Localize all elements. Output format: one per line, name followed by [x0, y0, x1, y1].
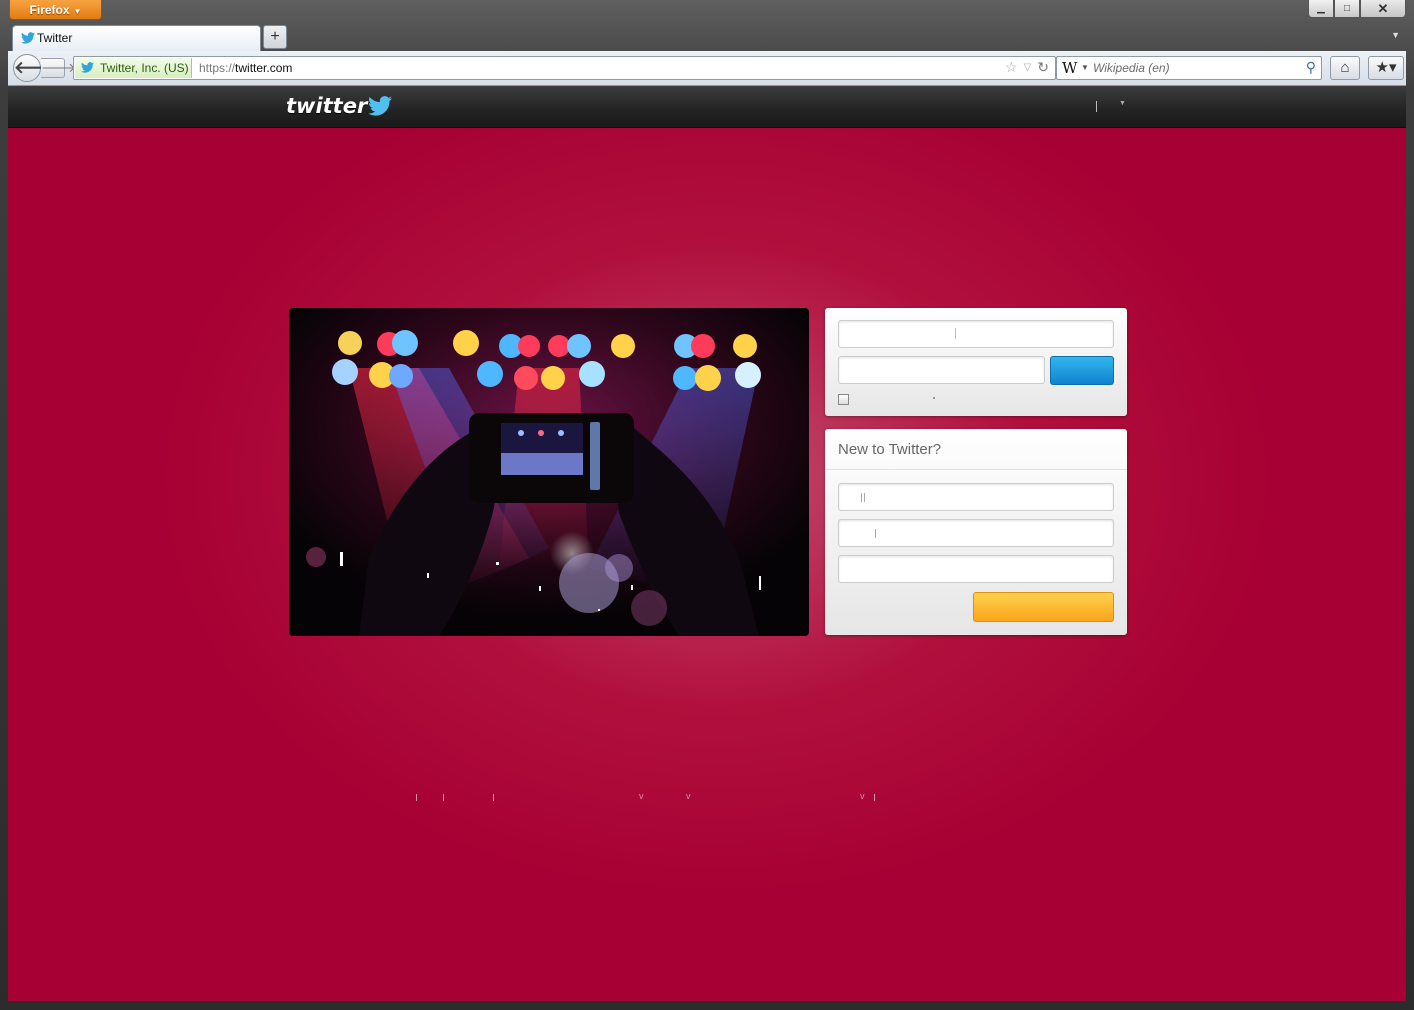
remember-me-label — [933, 397, 935, 399]
bookmarks-icon: ★▾ — [1375, 59, 1397, 76]
field-placeholder-mark — [875, 529, 876, 538]
url-scheme: https:// — [199, 61, 236, 75]
chevron-down-icon: ▼ — [73, 7, 82, 16]
email-field[interactable] — [838, 519, 1114, 547]
close-window-button[interactable]: ✕ — [1360, 0, 1406, 18]
forward-button[interactable]: 🡒 — [41, 58, 76, 78]
footer-link[interactable]: v — [860, 791, 865, 801]
signup-password-field[interactable] — [838, 555, 1114, 583]
identity-label: Twitter, Inc. (US) — [100, 61, 189, 75]
firefox-menu-button[interactable]: Firefox ▼ — [9, 0, 102, 20]
footer-link[interactable] — [443, 794, 444, 801]
field-placeholder-mark — [861, 493, 862, 502]
url-bar[interactable]: Twitter, Inc. (US) https://twitter.com ☆… — [73, 56, 1056, 80]
footer-link[interactable] — [874, 794, 875, 801]
firefox-menu-label: Firefox — [29, 3, 70, 17]
footer-link[interactable]: v — [686, 791, 691, 801]
hero-caption-mark — [496, 562, 499, 565]
hero-caption-mark — [539, 586, 541, 591]
signup-form: New to Twitter? — [825, 429, 1127, 635]
home-button[interactable]: ⌂ — [1330, 56, 1360, 80]
twitter-bird-icon — [21, 32, 35, 44]
list-all-tabs-icon[interactable]: ▼ — [1391, 30, 1400, 40]
search-go-icon[interactable]: ⚲ — [1306, 59, 1316, 76]
star-icon[interactable]: ☆ — [1005, 59, 1018, 77]
hero-caption-mark — [427, 573, 429, 578]
username-field[interactable] — [838, 320, 1114, 348]
password-field[interactable] — [838, 356, 1045, 384]
maximize-button[interactable]: □ — [1334, 0, 1360, 18]
hero-caption-mark — [340, 552, 343, 566]
twitter-topbar: twitter ▼ — [8, 87, 1406, 128]
url-text[interactable]: https://twitter.com — [199, 61, 292, 75]
page-viewport: twitter ▼ New to Twitter? v v v — [8, 87, 1406, 1001]
remember-me-checkbox[interactable] — [838, 394, 849, 405]
url-bar-icons: ☆ ▽ ↻ — [1005, 59, 1049, 77]
bookmarks-button[interactable]: ★▾ — [1368, 56, 1404, 80]
signin-button[interactable] — [1050, 356, 1114, 385]
language-dropdown-icon[interactable]: ▼ — [1119, 100, 1126, 107]
forward-icon: 🡒 — [41, 60, 76, 75]
signup-title: New to Twitter? — [838, 441, 942, 458]
home-icon: ⌂ — [1340, 59, 1350, 76]
url-host: twitter.com — [235, 61, 293, 75]
twitter-bird-icon — [81, 62, 94, 73]
twitter-bird-icon — [368, 96, 392, 116]
search-placeholder: Wikipedia (en) — [1093, 61, 1170, 75]
new-tab-button[interactable]: + — [263, 25, 287, 49]
hero-caption-mark — [631, 585, 633, 590]
tab-title: Twitter — [37, 31, 73, 45]
concert-photo — [289, 308, 809, 636]
hero-image — [289, 308, 809, 636]
minimize-button[interactable]: ▁ — [1308, 0, 1334, 18]
tab-twitter[interactable]: Twitter — [12, 25, 261, 51]
wikipedia-icon[interactable]: W — [1062, 59, 1077, 77]
language-separator — [1096, 101, 1097, 112]
search-bar[interactable]: W ▼ Wikipedia (en) ⚲ — [1056, 56, 1322, 80]
footer-link[interactable] — [416, 794, 417, 801]
hero-caption-mark — [759, 576, 761, 590]
divider — [825, 469, 1127, 470]
chevron-down-icon[interactable]: ▼ — [1081, 63, 1089, 72]
hero-caption-mark — [598, 609, 600, 611]
browser-window: Firefox ▼ ▁ □ ✕ Twitter + ▼ 🡐 🡒 Twitter, … — [0, 0, 1414, 1010]
window-controls: ▁ □ ✕ — [1308, 0, 1406, 18]
text-caret — [955, 328, 956, 339]
signin-form — [825, 308, 1127, 416]
reload-icon[interactable]: ↻ — [1037, 59, 1049, 77]
footer-link[interactable] — [493, 794, 494, 801]
back-button[interactable]: 🡐 — [13, 54, 60, 82]
full-name-field[interactable] — [838, 483, 1114, 511]
signup-button[interactable] — [973, 592, 1114, 622]
navigation-toolbar: 🡐 🡒 Twitter, Inc. (US) https://twitter.c… — [8, 51, 1406, 86]
field-placeholder-mark — [864, 493, 865, 502]
site-identity-button[interactable]: Twitter, Inc. (US) — [75, 58, 192, 78]
history-dropdown-icon[interactable]: ▽ — [1024, 59, 1032, 77]
window-bottom-frame — [0, 1001, 1414, 1010]
footer-link[interactable]: v — [639, 791, 644, 801]
twitter-logo[interactable]: twitter — [286, 94, 367, 118]
